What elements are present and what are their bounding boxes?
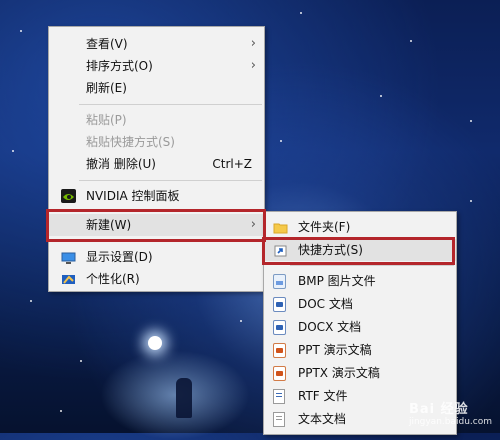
menu-item-label: 粘贴(P)	[86, 113, 127, 127]
menu-separator	[79, 211, 262, 212]
submenu-item-doc[interactable]: DOC 文档	[264, 293, 456, 315]
ppt-file-icon	[273, 343, 286, 358]
submenu-item-label: 文本文档	[298, 412, 347, 426]
personalize-icon	[61, 272, 76, 286]
watermark-subtext: jingyan.baidu.com	[408, 417, 492, 427]
submenu-item-shortcut[interactable]: 快捷方式(S)	[264, 239, 456, 261]
desktop-context-menu: 查看(V) › 排序方式(O) › 刷新(E) 粘贴(P) 粘贴快捷方式(S) …	[48, 26, 265, 292]
menu-item-view[interactable]: 查看(V) ›	[49, 33, 264, 55]
girl-silhouette	[176, 378, 192, 418]
menu-item-sort[interactable]: 排序方式(O) ›	[49, 55, 264, 77]
menu-item-label: 排序方式(O)	[86, 59, 153, 73]
menu-item-label: 粘贴快捷方式(S)	[86, 135, 175, 149]
submenu-item-pptx[interactable]: PPTX 演示文稿	[264, 362, 456, 384]
menu-item-label: 显示设置(D)	[86, 250, 153, 264]
moon	[148, 336, 162, 350]
watermark-text: Bai 经验	[408, 402, 469, 417]
pptx-file-icon	[273, 366, 286, 381]
shortcut-key: Ctrl+Z	[212, 157, 252, 171]
menu-item-label: 新建(W)	[86, 218, 132, 232]
menu-item-new[interactable]: 新建(W) ›	[49, 214, 264, 236]
submenu-item-folder[interactable]: 文件夹(F)	[264, 216, 456, 238]
menu-separator	[290, 265, 454, 266]
submenu-item-label: PPT 演示文稿	[298, 343, 372, 357]
submenu-item-bmp[interactable]: BMP 图片文件	[264, 270, 456, 292]
moon-glow	[100, 350, 250, 440]
menu-item-personalize[interactable]: 个性化(R)	[49, 268, 264, 290]
doc-file-icon	[273, 297, 286, 312]
chevron-right-icon: ›	[250, 36, 256, 51]
menu-item-label: 撤消 删除(U)	[86, 157, 156, 171]
menu-item-label: NVIDIA 控制面板	[86, 189, 180, 203]
menu-item-label: 个性化(R)	[86, 272, 140, 286]
text-file-icon	[273, 412, 285, 427]
submenu-item-ppt[interactable]: PPT 演示文稿	[264, 339, 456, 361]
menu-separator	[79, 241, 262, 242]
chevron-right-icon: ›	[250, 217, 256, 232]
menu-item-nvidia[interactable]: NVIDIA 控制面板	[49, 185, 264, 207]
menu-separator	[79, 104, 262, 105]
folder-icon	[273, 220, 288, 234]
chevron-right-icon: ›	[250, 58, 256, 73]
menu-separator	[79, 180, 262, 181]
submenu-item-label: 快捷方式(S)	[298, 243, 363, 257]
bmp-file-icon	[273, 274, 286, 289]
submenu-item-label: BMP 图片文件	[298, 274, 376, 288]
docx-file-icon	[273, 320, 286, 335]
submenu-item-label: 文件夹(F)	[298, 220, 351, 234]
baidu-watermark: Bai 经验 jingyan.baidu.com	[409, 398, 492, 427]
menu-item-label: 查看(V)	[86, 37, 128, 51]
menu-item-display-settings[interactable]: 显示设置(D)	[49, 246, 264, 268]
menu-item-paste: 粘贴(P)	[49, 109, 264, 131]
nvidia-icon	[61, 189, 76, 203]
submenu-item-label: DOCX 文档	[298, 320, 362, 334]
submenu-item-docx[interactable]: DOCX 文档	[264, 316, 456, 338]
menu-item-undo-delete[interactable]: 撤消 删除(U) Ctrl+Z	[49, 153, 264, 175]
shortcut-icon	[273, 243, 288, 257]
menu-item-paste-shortcut: 粘贴快捷方式(S)	[49, 131, 264, 153]
menu-item-label: 刷新(E)	[86, 81, 127, 95]
submenu-item-label: PPTX 演示文稿	[298, 366, 380, 380]
rtf-file-icon	[273, 389, 285, 404]
menu-item-refresh[interactable]: 刷新(E)	[49, 77, 264, 99]
submenu-item-label: RTF 文件	[298, 389, 348, 403]
display-settings-icon	[61, 250, 76, 264]
submenu-item-label: DOC 文档	[298, 297, 353, 311]
